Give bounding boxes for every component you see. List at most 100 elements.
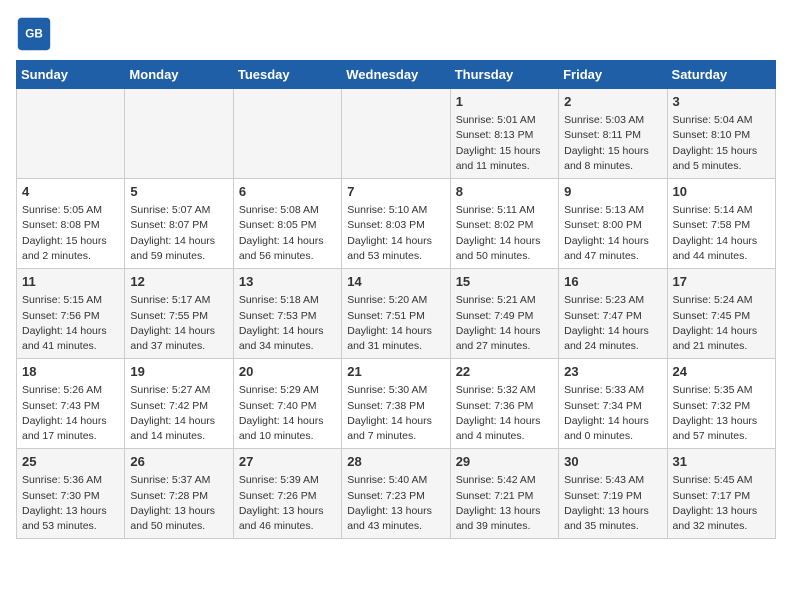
day-number: 9 [564,183,661,201]
day-info: Sunrise: 5:40 AM Sunset: 7:23 PM Dayligh… [347,473,444,534]
day-info: Sunrise: 5:29 AM Sunset: 7:40 PM Dayligh… [239,383,336,444]
day-info: Sunrise: 5:26 AM Sunset: 7:43 PM Dayligh… [22,383,119,444]
day-number: 12 [130,273,227,291]
calendar-cell: 28 Sunrise: 5:40 AM Sunset: 7:23 PM Dayli… [342,449,450,539]
day-header-thursday: Thursday [450,61,558,89]
day-header-tuesday: Tuesday [233,61,341,89]
day-number: 5 [130,183,227,201]
day-info: Sunrise: 5:17 AM Sunset: 7:55 PM Dayligh… [130,293,227,354]
day-info: Sunrise: 5:08 AM Sunset: 8:05 PM Dayligh… [239,203,336,264]
day-info: Sunrise: 5:10 AM Sunset: 8:03 PM Dayligh… [347,203,444,264]
day-number: 15 [456,273,553,291]
day-info: Sunrise: 5:27 AM Sunset: 7:42 PM Dayligh… [130,383,227,444]
calendar-cell: 7 Sunrise: 5:10 AM Sunset: 8:03 PM Daylig… [342,179,450,269]
day-header-wednesday: Wednesday [342,61,450,89]
calendar-cell: 4 Sunrise: 5:05 AM Sunset: 8:08 PM Daylig… [17,179,125,269]
day-number: 16 [564,273,661,291]
day-number: 14 [347,273,444,291]
day-header-monday: Monday [125,61,233,89]
days-header-row: SundayMondayTuesdayWednesdayThursdayFrid… [17,61,776,89]
calendar-cell: 9 Sunrise: 5:13 AM Sunset: 8:00 PM Daylig… [559,179,667,269]
calendar-cell: 19 Sunrise: 5:27 AM Sunset: 7:42 PM Dayli… [125,359,233,449]
day-number: 25 [22,453,119,471]
calendar-cell: 25Sunrise: 5:36 AM Sunset: 7:30 PM Dayli… [17,449,125,539]
day-info: Sunrise: 5:43 AM Sunset: 7:19 PM Dayligh… [564,473,661,534]
day-number: 11 [22,273,119,291]
week-row-1: 1 Sunrise: 5:01 AM Sunset: 8:13 PM Daylig… [17,89,776,179]
calendar-cell [125,89,233,179]
calendar-cell: 5 Sunrise: 5:07 AM Sunset: 8:07 PM Daylig… [125,179,233,269]
day-number: 31 [673,453,770,471]
day-info: Sunrise: 5:21 AM Sunset: 7:49 PM Dayligh… [456,293,553,354]
day-number: 4 [22,183,119,201]
day-number: 8 [456,183,553,201]
calendar-cell: 16 Sunrise: 5:23 AM Sunset: 7:47 PM Dayli… [559,269,667,359]
day-info: Sunrise: 5:30 AM Sunset: 7:38 PM Dayligh… [347,383,444,444]
week-row-3: 11 Sunrise: 5:15 AM Sunset: 7:56 PM Dayli… [17,269,776,359]
calendar-cell: 22Sunrise: 5:32 AM Sunset: 7:36 PM Dayli… [450,359,558,449]
day-number: 19 [130,363,227,381]
day-info: Sunrise: 5:20 AM Sunset: 7:51 PM Dayligh… [347,293,444,354]
day-info: Sunrise: 5:05 AM Sunset: 8:08 PM Dayligh… [22,203,119,264]
day-number: 21 [347,363,444,381]
day-info: Sunrise: 5:11 AM Sunset: 8:02 PM Dayligh… [456,203,553,264]
calendar-cell: 12 Sunrise: 5:17 AM Sunset: 7:55 PM Dayli… [125,269,233,359]
day-info: Sunrise: 5:35 AM Sunset: 7:32 PM Dayligh… [673,383,770,444]
day-number: 23 [564,363,661,381]
day-number: 2 [564,93,661,111]
calendar-cell: 14 Sunrise: 5:20 AM Sunset: 7:51 PM Dayli… [342,269,450,359]
day-number: 6 [239,183,336,201]
calendar-cell: 21 Sunrise: 5:30 AM Sunset: 7:38 PM Dayli… [342,359,450,449]
week-row-5: 25Sunrise: 5:36 AM Sunset: 7:30 PM Dayli… [17,449,776,539]
day-header-saturday: Saturday [667,61,775,89]
calendar-cell: 10Sunrise: 5:14 AM Sunset: 7:58 PM Dayli… [667,179,775,269]
calendar-cell: 31 Sunrise: 5:45 AM Sunset: 7:17 PM Dayli… [667,449,775,539]
calendar-cell: 20Sunrise: 5:29 AM Sunset: 7:40 PM Dayli… [233,359,341,449]
day-info: Sunrise: 5:13 AM Sunset: 8:00 PM Dayligh… [564,203,661,264]
day-info: Sunrise: 5:33 AM Sunset: 7:34 PM Dayligh… [564,383,661,444]
calendar-cell: 13Sunrise: 5:18 AM Sunset: 7:53 PM Dayli… [233,269,341,359]
day-number: 18 [22,363,119,381]
logo: GB [16,16,56,52]
day-number: 26 [130,453,227,471]
calendar-cell: 11 Sunrise: 5:15 AM Sunset: 7:56 PM Dayli… [17,269,125,359]
calendar-cell [17,89,125,179]
day-info: Sunrise: 5:07 AM Sunset: 8:07 PM Dayligh… [130,203,227,264]
day-info: Sunrise: 5:37 AM Sunset: 7:28 PM Dayligh… [130,473,227,534]
day-number: 30 [564,453,661,471]
day-info: Sunrise: 5:45 AM Sunset: 7:17 PM Dayligh… [673,473,770,534]
day-info: Sunrise: 5:15 AM Sunset: 7:56 PM Dayligh… [22,293,119,354]
day-number: 28 [347,453,444,471]
day-number: 10 [673,183,770,201]
page-header: GB [16,16,776,52]
calendar-table: SundayMondayTuesdayWednesdayThursdayFrid… [16,60,776,539]
day-info: Sunrise: 5:04 AM Sunset: 8:10 PM Dayligh… [673,113,770,174]
day-number: 1 [456,93,553,111]
calendar-cell: 26 Sunrise: 5:37 AM Sunset: 7:28 PM Dayli… [125,449,233,539]
day-number: 7 [347,183,444,201]
day-header-friday: Friday [559,61,667,89]
calendar-cell: 6 Sunrise: 5:08 AM Sunset: 8:05 PM Daylig… [233,179,341,269]
calendar-cell: 18 Sunrise: 5:26 AM Sunset: 7:43 PM Dayli… [17,359,125,449]
day-number: 27 [239,453,336,471]
calendar-cell: 8 Sunrise: 5:11 AM Sunset: 8:02 PM Daylig… [450,179,558,269]
day-number: 17 [673,273,770,291]
day-header-sunday: Sunday [17,61,125,89]
calendar-cell: 2 Sunrise: 5:03 AM Sunset: 8:11 PM Daylig… [559,89,667,179]
day-info: Sunrise: 5:03 AM Sunset: 8:11 PM Dayligh… [564,113,661,174]
day-number: 22 [456,363,553,381]
day-number: 24 [673,363,770,381]
day-info: Sunrise: 5:01 AM Sunset: 8:13 PM Dayligh… [456,113,553,174]
calendar-cell [342,89,450,179]
week-row-4: 18 Sunrise: 5:26 AM Sunset: 7:43 PM Dayli… [17,359,776,449]
calendar-cell: 1 Sunrise: 5:01 AM Sunset: 8:13 PM Daylig… [450,89,558,179]
day-info: Sunrise: 5:23 AM Sunset: 7:47 PM Dayligh… [564,293,661,354]
calendar-cell: 27Sunrise: 5:39 AM Sunset: 7:26 PM Dayli… [233,449,341,539]
calendar-cell: 17 Sunrise: 5:24 AM Sunset: 7:45 PM Dayli… [667,269,775,359]
day-number: 13 [239,273,336,291]
svg-text:GB: GB [25,28,43,41]
calendar-cell [233,89,341,179]
day-info: Sunrise: 5:24 AM Sunset: 7:45 PM Dayligh… [673,293,770,354]
calendar-cell: 24 Sunrise: 5:35 AM Sunset: 7:32 PM Dayli… [667,359,775,449]
calendar-cell: 29Sunrise: 5:42 AM Sunset: 7:21 PM Dayli… [450,449,558,539]
